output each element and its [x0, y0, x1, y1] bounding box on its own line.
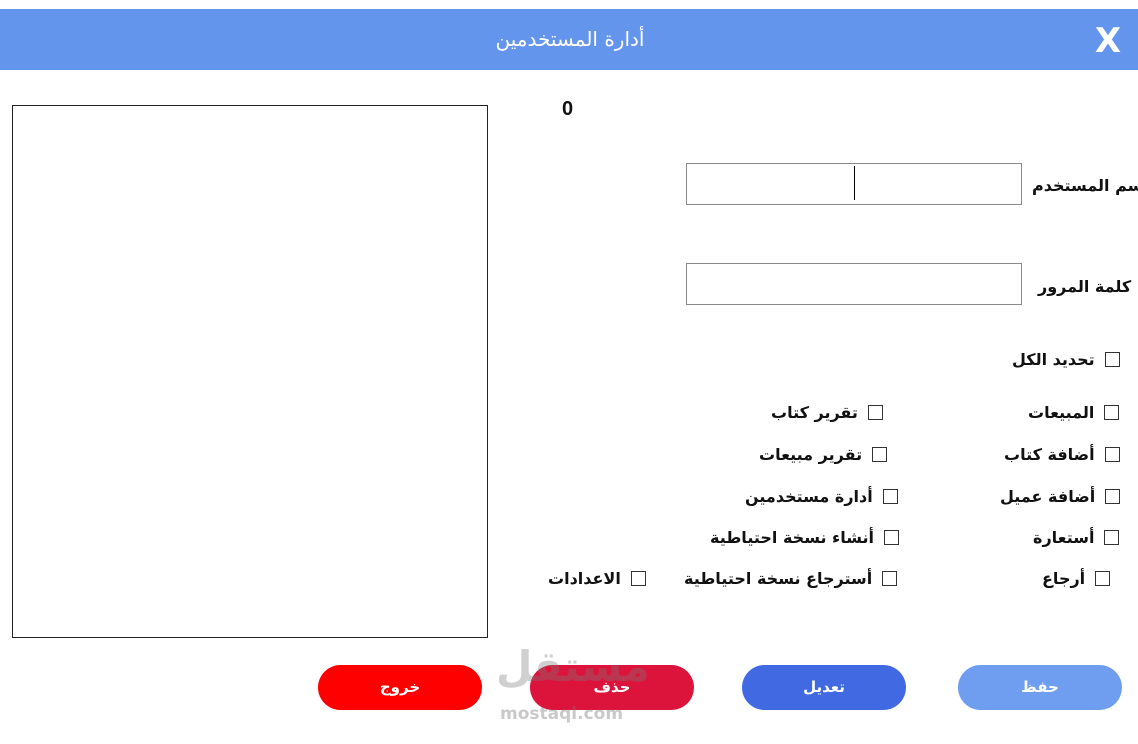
edit-button[interactable]: تعديل: [742, 665, 906, 710]
checkbox-box[interactable]: [1104, 447, 1120, 462]
checkbox-box[interactable]: [1104, 352, 1120, 367]
password-input[interactable]: [686, 263, 1022, 305]
manage-users-checkbox[interactable]: أدارة مستخدمين: [745, 487, 898, 506]
add-book-checkbox[interactable]: أضافة كتاب: [1004, 445, 1120, 464]
checkbox-box[interactable]: [867, 405, 883, 420]
add-book-label: أضافة كتاب: [1004, 445, 1095, 464]
restore-backup-checkbox[interactable]: أسترجاع نسخة احتياطية: [684, 569, 898, 588]
borrow-checkbox[interactable]: أستعارة: [1033, 528, 1120, 547]
select-all-checkbox[interactable]: تحديد الكل: [1012, 350, 1120, 369]
window-title: أدارة المستخدمين: [495, 27, 645, 51]
user-count: 0: [562, 98, 574, 120]
borrow-label: أستعارة: [1033, 528, 1095, 547]
title-bar: أدارة المستخدمين X: [0, 9, 1138, 70]
checkbox-box[interactable]: [630, 571, 646, 586]
checkbox-box[interactable]: [1104, 530, 1120, 545]
create-backup-label: أنشاء نسخة احتياطية: [710, 528, 875, 547]
sales-checkbox[interactable]: المبيعات: [1028, 403, 1120, 422]
checkbox-box[interactable]: [884, 530, 900, 545]
checkbox-box[interactable]: [1105, 489, 1121, 504]
close-icon[interactable]: X: [1088, 21, 1128, 61]
checkbox-box[interactable]: [1104, 405, 1120, 420]
checkbox-box[interactable]: [1095, 571, 1111, 586]
save-button[interactable]: حفظ: [958, 665, 1122, 710]
select-all-label: تحديد الكل: [1012, 350, 1095, 369]
add-customer-label: أضافة عميل: [1000, 487, 1096, 506]
return-label: أرجاع: [1042, 569, 1086, 588]
create-backup-checkbox[interactable]: أنشاء نسخة احتياطية: [710, 528, 900, 547]
sales-report-label: تقرير مبيعات: [759, 445, 863, 464]
add-customer-checkbox[interactable]: أضافة عميل: [1000, 487, 1121, 506]
users-list[interactable]: [12, 105, 488, 638]
return-checkbox[interactable]: أرجاع: [1042, 569, 1111, 588]
exit-button[interactable]: خروج: [318, 665, 482, 710]
text-caret: [854, 166, 855, 200]
book-report-label: تقرير كتاب: [771, 403, 858, 422]
checkbox-box[interactable]: [872, 447, 888, 462]
username-label: أسم المستخدم: [1032, 176, 1138, 195]
sales-report-checkbox[interactable]: تقرير مبيعات: [759, 445, 888, 464]
book-report-checkbox[interactable]: تقرير كتاب: [771, 403, 883, 422]
manage-users-label: أدارة مستخدمين: [745, 487, 873, 506]
settings-checkbox[interactable]: الاعدادات: [548, 569, 646, 588]
restore-backup-label: أسترجاع نسخة احتياطية: [684, 569, 873, 588]
delete-button[interactable]: حذف: [530, 665, 694, 710]
password-label: كلمة المرور: [1038, 277, 1132, 296]
sales-label: المبيعات: [1028, 403, 1095, 422]
checkbox-box[interactable]: [882, 571, 898, 586]
settings-label: الاعدادات: [548, 569, 621, 588]
checkbox-box[interactable]: [882, 489, 898, 504]
